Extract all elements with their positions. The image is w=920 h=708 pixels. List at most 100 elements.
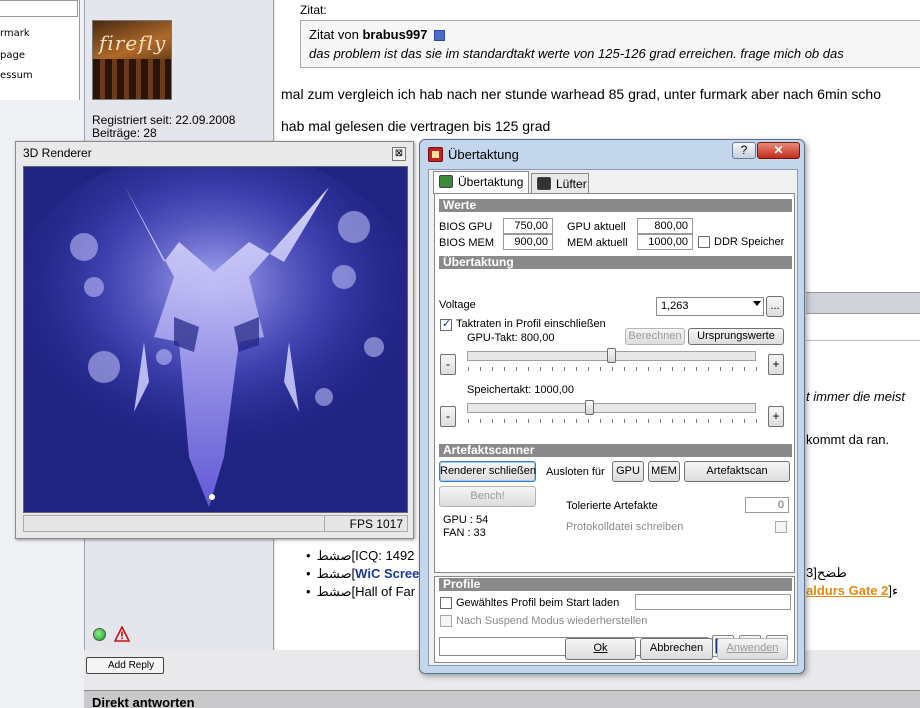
registration-date: Registriert seit: 22.09.2008 [92,113,236,127]
post-line: mal zum vergleich ich hab nach ner stund… [281,86,881,102]
mem-current-label: MEM aktuell [567,237,628,249]
mem-current-field: 1000,00 [637,234,693,250]
signature-link[interactable]: WiC Scree [355,566,419,581]
tolerated-artifacts-label: Tolerierte Artefakte [566,500,658,512]
bench-button[interactable]: Bench! [439,486,536,507]
gpu-clock-slider-thumb[interactable] [607,348,616,363]
tab-fan[interactable]: Lüfter [531,173,589,193]
fan-icon [537,177,551,190]
zitat-label: Zitat: [300,3,327,17]
avatar: firefly [92,20,172,100]
report-warning-icon[interactable] [114,626,130,642]
tab-overclock[interactable]: Übertaktung [433,171,529,194]
section-profile: Profile [439,578,792,591]
test-gpu-button[interactable]: GPU [612,461,644,482]
quote-text: das problem ist das sie im standardtakt … [309,46,844,61]
left-nav-panel: rmark page essum [0,0,80,100]
voltage-label: Voltage [439,299,476,311]
ddr-checkbox[interactable] [698,236,710,248]
apply-button[interactable]: Anwenden [717,638,788,660]
gpu-clock-increase-button[interactable]: + [768,354,784,375]
load-profile-label: Gewähltes Profil beim Start laden [456,597,620,609]
fps-counter: FPS 1017 [349,517,403,531]
mem-clock-decrease-button[interactable]: - [440,406,456,427]
bios-gpu-label: BIOS GPU [439,221,493,233]
bios-mem-label: BIOS MEM [439,237,495,249]
section-werte: Werte [439,199,792,212]
mem-clock-slider-thumb[interactable] [584,400,594,415]
nav-item[interactable]: essum [0,70,33,81]
renderer-window: 3D Renderer ⊠ FPS 1017 [15,141,414,539]
list-item: صشط[WiC Scree [306,565,420,583]
overclock-panel: Werte BIOS GPU 750,00 GPU aktuell 800,00… [434,193,795,573]
gpu-current-field: 800,00 [637,218,693,234]
bios-gpu-field: 750,00 [503,218,553,234]
dialog-client: Übertaktung Lüfter Werte BIOS GPU 750,00… [428,169,798,666]
gpu-clock-label: GPU-Takt: 800,00 [467,332,555,344]
fur-render-image [24,167,407,512]
list-item: صشط[Hall of Far [306,583,419,601]
restore-suspend-label: Nach Suspend Modus wiederherstellen [456,615,648,627]
test-mem-button[interactable]: MEM [648,461,680,482]
bios-mem-field: 900,00 [503,234,553,250]
online-status-icon [93,628,106,641]
tolerated-artifacts-field[interactable]: 0 [745,497,789,513]
reset-defaults-button[interactable]: Ursprungswerte [688,328,784,345]
calculate-button[interactable]: Berechnen [625,328,685,345]
gpu-current-label: GPU aktuell [567,221,626,233]
load-profile-checkbox[interactable] [440,597,452,609]
dialog-title: Übertaktung [448,147,519,162]
quote-author: brabus997 [362,27,428,42]
profile-start-field[interactable] [635,594,791,610]
include-clocks-label: Taktraten in Profil einschließen [456,318,606,330]
gpu-clock-decrease-button[interactable]: - [440,354,456,375]
gpu-card-icon [439,175,453,188]
help-button[interactable]: ? [732,142,756,159]
add-reply-button[interactable]: Add Reply [86,657,164,674]
nav-top-box [0,0,78,17]
gpu-temp-readout: GPU : 54 [443,514,489,526]
nav-item[interactable]: rmark [0,28,30,39]
signature-text: 3]طضح [806,565,847,580]
log-file-label: Protokolldatei schreiben [566,521,684,533]
avatar-logo: firefly [99,31,167,55]
test-for-label: Ausloten für [546,466,605,478]
voltage-more-button[interactable]: ... [766,296,784,317]
include-clocks-checkbox[interactable] [440,317,452,331]
nav-item[interactable]: page [0,50,25,61]
mem-clock-slider[interactable] [467,403,756,413]
renderer-title: 3D Renderer [23,146,92,160]
voltage-select[interactable]: 1,263 [656,297,764,316]
ok-button[interactable]: Ok [565,638,636,660]
renderer-canvas [23,166,408,513]
log-file-checkbox[interactable] [775,521,787,533]
ddr-label: DDR Speicher [714,236,785,248]
close-renderer-button[interactable]: Renderer schließen [439,461,536,482]
quick-reply-header: Direkt antworten [84,690,920,708]
restore-suspend-checkbox[interactable] [440,615,452,627]
chevron-down-icon [753,301,761,306]
signature-list: صشط[ICQ: 1492 صشط[WiC Scree صشط[Hall of … [306,547,420,601]
section-artifacts: Artefaktscanner [439,444,792,457]
section-overclock: Übertaktung [439,256,792,269]
close-button[interactable]: ✕ [757,142,800,159]
mem-clock-increase-button[interactable]: + [768,406,784,427]
post-separator [806,292,920,314]
signature-link[interactable]: aldurs Gate 2 [806,583,888,598]
view-post-icon[interactable] [434,30,446,42]
close-icon[interactable]: ⊠ [392,147,406,161]
artifact-scan-button[interactable]: Artefaktscan [684,461,790,482]
app-icon [428,147,443,162]
overclock-dialog: Übertaktung ? ✕ Übertaktung Lüfter Werte… [419,139,805,674]
quote-prefix: Zitat von [309,27,359,42]
list-item: صشط[ICQ: 1492 [306,547,419,565]
quote-box: Zitat von brabus997 das problem ist das … [300,20,920,68]
post-line: kommt da ran. [806,432,890,447]
fan-readout: FAN : 33 [443,527,486,539]
post-count: Beiträge: 28 [92,126,157,140]
mem-clock-label: Speichertakt: 1000,00 [467,384,575,396]
post-line: t immer die meist [806,389,905,404]
renderer-status-bar: FPS 1017 [23,515,408,532]
cancel-button[interactable]: Abbrechen [640,638,713,660]
post-line: hab mal gelesen die vertragen bis 125 gr… [281,118,551,134]
